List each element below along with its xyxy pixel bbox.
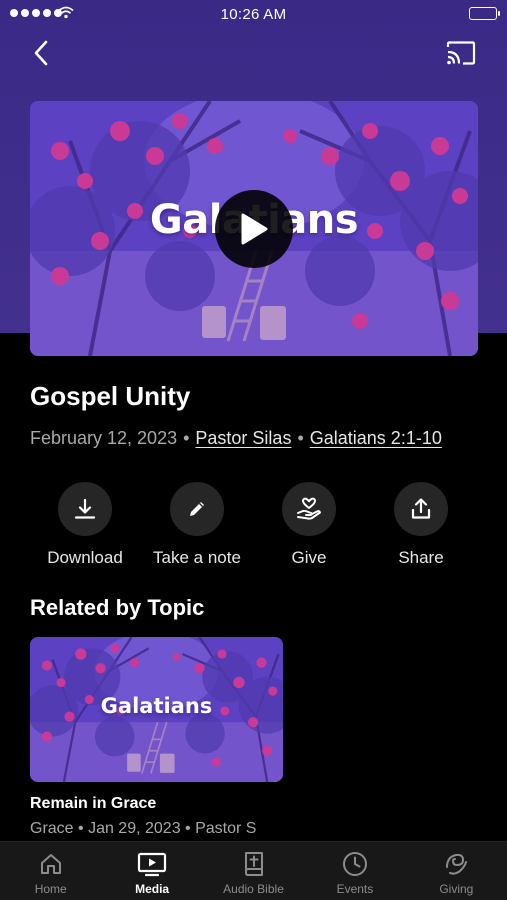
give-button[interactable]: Give: [253, 482, 365, 568]
status-time: 10:26 AM: [220, 6, 287, 23]
related-artwork-title: Galatians: [100, 694, 213, 718]
bible-icon: [243, 850, 265, 878]
status-bar: 10:26 AM: [0, 0, 507, 28]
tv-icon: [137, 850, 167, 878]
tab-home[interactable]: Home: [0, 842, 101, 900]
chevron-left-icon: [34, 40, 48, 66]
give-circle: [282, 482, 336, 536]
related-sermon-title: Remain in Grace: [30, 795, 157, 812]
cast-button[interactable]: [444, 38, 478, 68]
sermon-title: Gospel Unity: [30, 381, 191, 411]
sermon-video-hero[interactable]: Galatians: [30, 101, 478, 356]
take-note-circle: [170, 482, 224, 536]
download-button[interactable]: Download: [29, 482, 141, 568]
speaker-link[interactable]: Pastor Silas: [195, 428, 291, 448]
clock-icon: [342, 850, 368, 878]
related-heading: Related by Topic: [30, 595, 205, 620]
meta-separator: •: [183, 428, 190, 448]
battery-icon: [469, 7, 500, 20]
home-icon: [39, 850, 63, 878]
pencil-icon: [190, 502, 204, 516]
back-button[interactable]: [26, 36, 56, 70]
sermon-date: February 12, 2023: [30, 428, 178, 448]
tab-media-label: Media: [135, 882, 170, 896]
tab-giving[interactable]: Giving: [406, 842, 507, 900]
share-circle: [394, 482, 448, 536]
take-note-button[interactable]: Take a note: [141, 482, 253, 568]
tab-events[interactable]: Events: [304, 842, 405, 900]
sermon-meta: February 12, 2023 • Pastor Silas • Galatians…: [30, 428, 442, 449]
tab-media[interactable]: Media: [101, 842, 202, 900]
cast-icon: [446, 41, 476, 65]
tab-audio-bible[interactable]: Audio Bible: [203, 842, 304, 900]
tab-home-label: Home: [34, 882, 67, 896]
heart-hand-icon: [297, 497, 321, 520]
related-sermon-card[interactable]: Galatians: [30, 637, 283, 782]
play-icon: [241, 213, 268, 245]
take-note-label: Take a note: [153, 548, 241, 567]
giving-icon: [443, 850, 469, 878]
download-circle: [58, 482, 112, 536]
tab-giving-label: Giving: [439, 882, 474, 896]
tab-events-label: Events: [336, 882, 374, 896]
text-fade: [253, 817, 293, 841]
tab-audio-bible-label: Audio Bible: [223, 882, 284, 896]
share-label: Share: [398, 548, 444, 567]
share-button[interactable]: Share: [365, 482, 477, 568]
download-label: Download: [47, 548, 123, 567]
download-icon: [74, 498, 96, 519]
give-label: Give: [291, 548, 327, 567]
related-sermon-meta: Grace • Jan 29, 2023 • Pastor S: [30, 820, 257, 837]
share-icon: [411, 498, 431, 519]
meta-separator: •: [297, 428, 304, 448]
related-thumbnail: Galatians: [30, 637, 283, 782]
bottom-tab-bar: Home Media Audio Bible Events Giving: [0, 841, 507, 900]
play-button[interactable]: [215, 190, 293, 268]
scripture-link[interactable]: Galatians 2:1-10: [310, 428, 442, 448]
